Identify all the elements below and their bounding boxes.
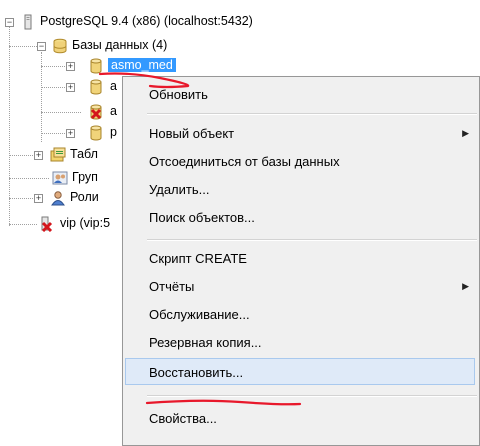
menu-item-label: Поиск объектов... — [149, 210, 255, 225]
submenu-arrow-icon: ▶ — [462, 281, 469, 291]
tree-line — [9, 178, 49, 179]
role-icon — [50, 190, 66, 206]
database-icon — [88, 125, 104, 141]
menu-item-backup[interactable]: Резервная копия... — [125, 329, 475, 356]
server-icon — [20, 14, 36, 30]
menu-item-refresh[interactable]: Обновить — [125, 81, 475, 108]
expand-toggle[interactable]: + — [34, 151, 43, 160]
tree-line — [41, 133, 69, 134]
server-error-icon — [38, 216, 54, 233]
database-folder-icon — [52, 38, 68, 54]
menu-separator — [147, 113, 477, 115]
context-menu: Обновить Новый объект ▶ Отсоединиться от… — [122, 76, 480, 446]
tablespaces-label[interactable]: Табл — [70, 147, 98, 161]
expand-toggle[interactable]: + — [66, 62, 75, 71]
menu-item-restore[interactable]: Восстановить... — [125, 358, 475, 385]
tree-line — [41, 112, 81, 113]
menu-item-maintenance[interactable]: Обслуживание... — [125, 301, 475, 328]
menu-item-label: Резервная копия... — [149, 335, 262, 350]
menu-item-label: Скрипт CREATE — [149, 251, 247, 266]
tree-line — [9, 224, 37, 225]
menu-item-label: Свойства... — [149, 411, 217, 426]
databases-folder-label[interactable]: Базы данных (4) — [72, 38, 167, 52]
menu-item-disconnect[interactable]: Отсоединиться от базы данных — [125, 148, 475, 175]
menu-separator — [147, 395, 477, 397]
database-icon — [88, 58, 104, 74]
menu-item-reports[interactable]: Отчёты ▶ — [125, 273, 475, 300]
tree-line — [41, 66, 69, 67]
roles-label[interactable]: Роли — [70, 190, 99, 204]
server-node-label[interactable]: PostgreSQL 9.4 (x86) (localhost:5432) — [40, 14, 253, 28]
database-node-selected[interactable]: asmo_med — [108, 58, 176, 72]
menu-separator — [147, 239, 477, 241]
submenu-arrow-icon: ▶ — [462, 128, 469, 138]
menu-item-label: Отчёты — [149, 279, 195, 294]
database-disconnected-icon — [88, 104, 104, 120]
menu-item-properties[interactable]: Свойства... — [125, 405, 475, 432]
database-icon — [88, 79, 104, 95]
tree-line — [9, 46, 37, 47]
database-node-label[interactable]: p — [110, 125, 117, 139]
menu-item-label: Обновить — [149, 87, 208, 102]
tablespace-icon — [50, 147, 66, 163]
database-node-label[interactable]: a — [110, 104, 117, 118]
menu-item-label: Обслуживание... — [149, 307, 250, 322]
group-icon — [52, 170, 68, 186]
menu-item-label: Восстановить... — [149, 365, 244, 380]
server-node-label[interactable]: vip (vip:5 — [60, 216, 110, 230]
menu-item-create-script[interactable]: Скрипт CREATE — [125, 245, 475, 272]
tree-line — [9, 198, 37, 199]
expand-toggle[interactable]: + — [34, 194, 43, 203]
menu-item-label: Новый объект — [149, 126, 235, 141]
menu-item-delete[interactable]: Удалить... — [125, 176, 475, 203]
menu-item-search-objects[interactable]: Поиск объектов... — [125, 204, 475, 231]
database-node-label[interactable]: a — [110, 79, 117, 93]
collapse-toggle[interactable]: − — [37, 42, 46, 51]
tree-line — [41, 87, 69, 88]
expand-toggle[interactable]: + — [66, 129, 75, 138]
tree-line — [9, 18, 10, 226]
menu-item-label: Отсоединиться от базы данных — [149, 154, 340, 169]
collapse-toggle[interactable]: − — [5, 18, 14, 27]
menu-item-label: Удалить... — [149, 182, 210, 197]
expand-toggle[interactable]: + — [66, 83, 75, 92]
tree-line — [9, 155, 37, 156]
menu-item-new-object[interactable]: Новый объект ▶ — [125, 120, 475, 147]
groups-label[interactable]: Груп — [72, 170, 98, 184]
